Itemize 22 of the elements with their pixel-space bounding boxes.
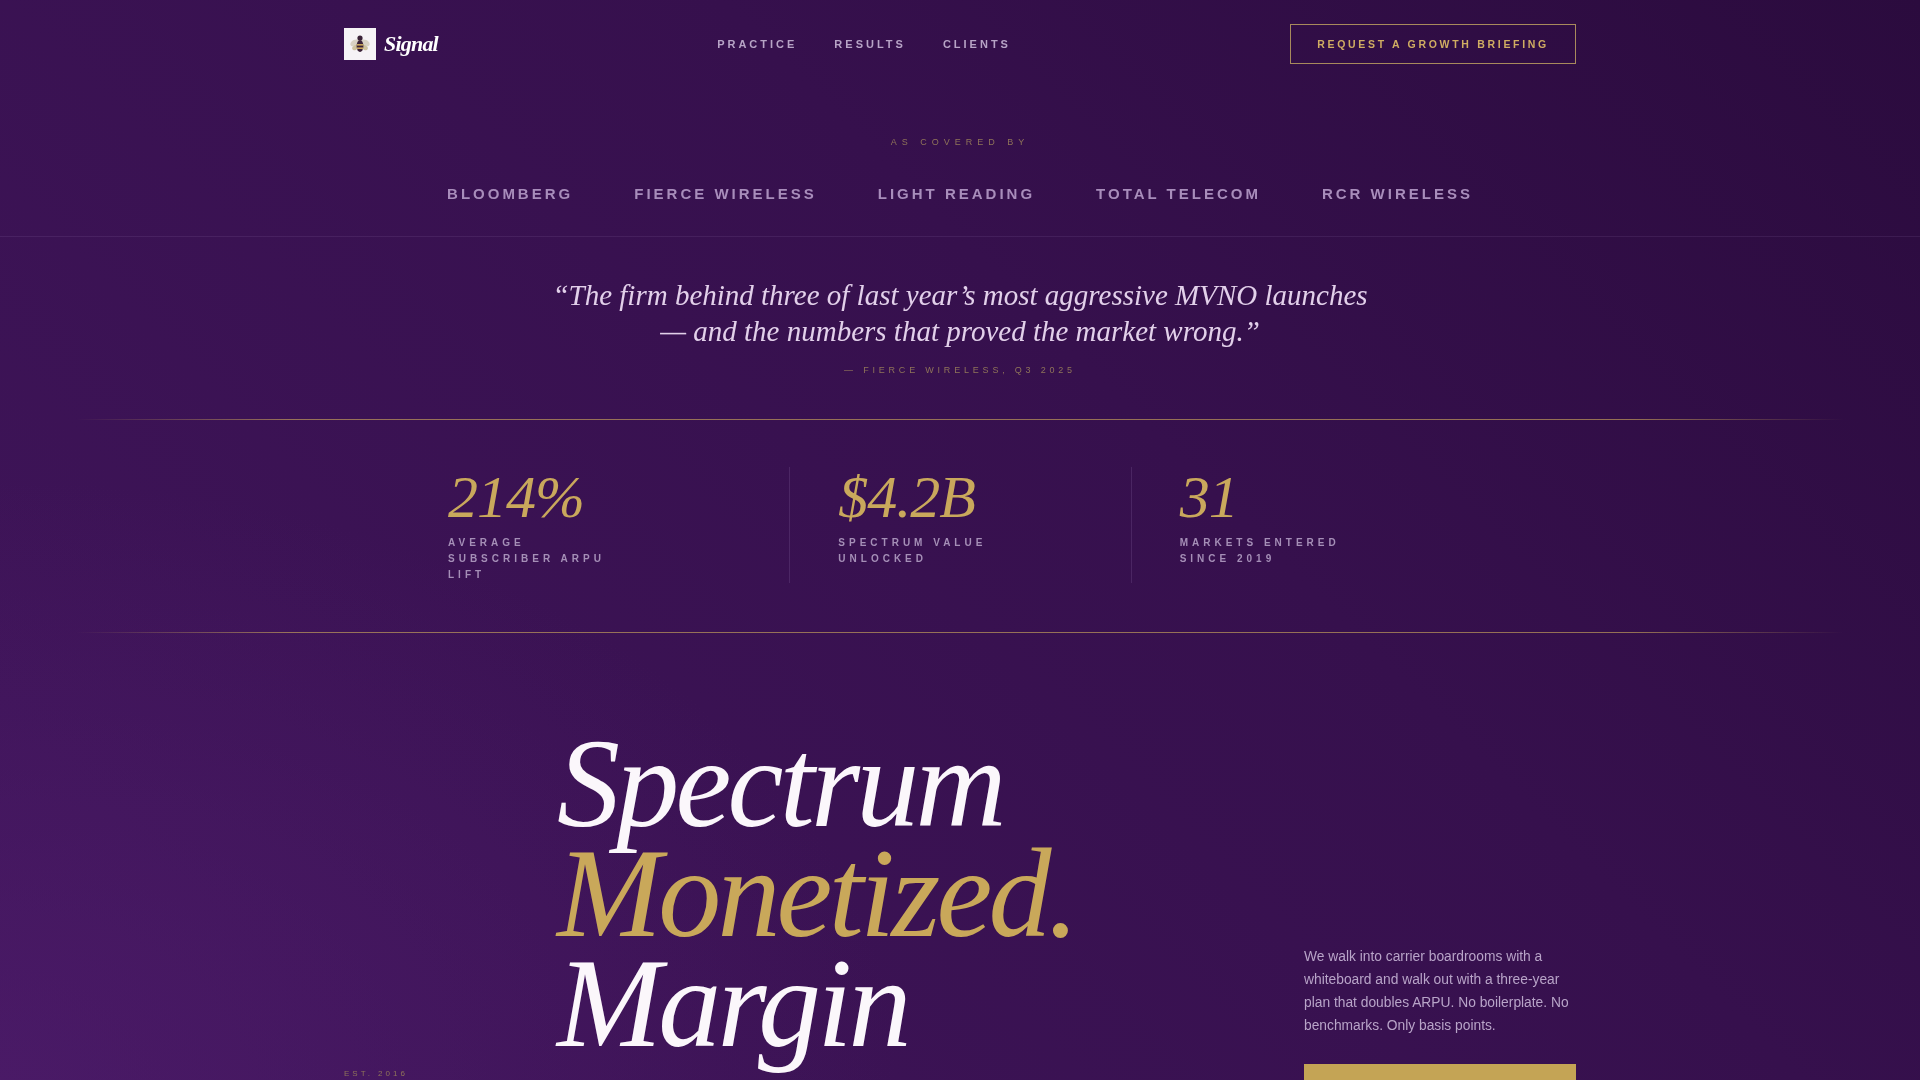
press-outlet-name: RCR WIRELESS (1321, 184, 1473, 204)
press-outlet-name: LIGHT READING (877, 184, 1036, 204)
stat-label: SPECTRUM VALUE UNLOCKED (838, 536, 988, 566)
stat-label: AVERAGE SUBSCRIBER ARPU LIFT (448, 536, 606, 582)
nav-link[interactable]: CLIENTS (942, 38, 1011, 50)
stat-value: $4.2B (838, 467, 976, 527)
press-eyebrow: AS COVERED BY (890, 136, 1030, 148)
stat-value: 31 (1179, 467, 1239, 527)
press-quote: “The firm behind three of last year’s most aggressive MVNO launches — and the numbers that proved the market wrong.” (551, 278, 1369, 349)
brand-name: Signal (384, 31, 438, 57)
nav-link[interactable]: RESULTS (834, 38, 906, 50)
press-outlet-name: FIERCE WIRELESS (634, 184, 817, 204)
stat-value: 214% (448, 467, 585, 527)
nav-link[interactable]: PRACTICE (717, 38, 798, 50)
stat-label: MARKETS ENTERED SINCE 2019 (1179, 536, 1341, 566)
bee-icon[interactable] (344, 28, 376, 60)
press-outlet-name: BLOOMBERG (447, 184, 574, 204)
established-year: EST. 2016 (344, 1069, 408, 1079)
briefing-button[interactable]: REQUEST A GROWTH BRIEFING (1290, 24, 1576, 64)
press-outlet-name: TOTAL TELECOM (1096, 184, 1261, 204)
intro-paragraph: We walk into carrier boardrooms with a whiteboard and walk out with a three-year plan that doubles ARPU. No boilerplate. No benchmarks. Only basis points. (1304, 948, 1570, 1035)
quote-attribution: — FIERCE WIRELESS, Q3 2025 (844, 364, 1076, 376)
